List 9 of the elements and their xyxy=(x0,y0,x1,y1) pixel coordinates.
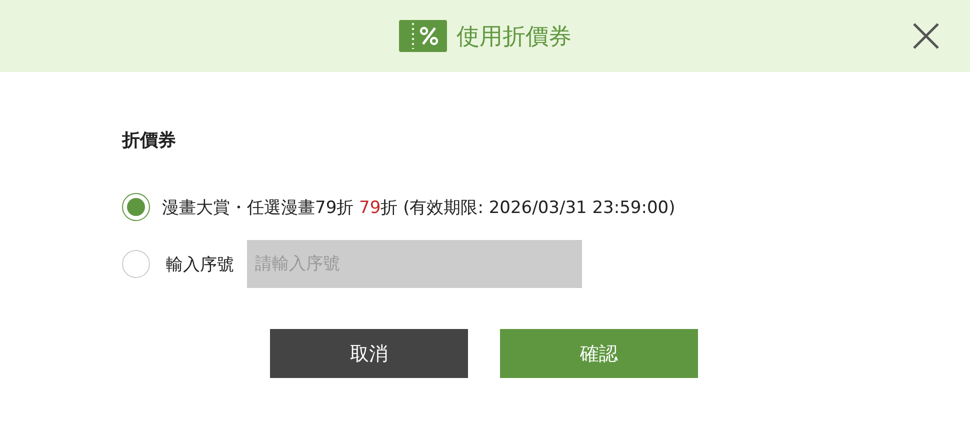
section-title: 折價券 xyxy=(122,129,177,152)
cancel-button[interactable]: 取消 xyxy=(270,329,468,378)
coupon-icon xyxy=(398,20,446,52)
confirm-button[interactable]: 確認 xyxy=(500,329,698,378)
coupon-label: 漫畫大賞・任選漫畫79折 79折 (有效期限: 2026/03/31 23:59:00) xyxy=(162,196,676,218)
radio-button[interactable] xyxy=(122,193,150,221)
dialog-title: 使用折價券 xyxy=(456,22,572,52)
radio-button[interactable] xyxy=(122,250,150,278)
code-label: 輸入序號 xyxy=(166,254,234,276)
